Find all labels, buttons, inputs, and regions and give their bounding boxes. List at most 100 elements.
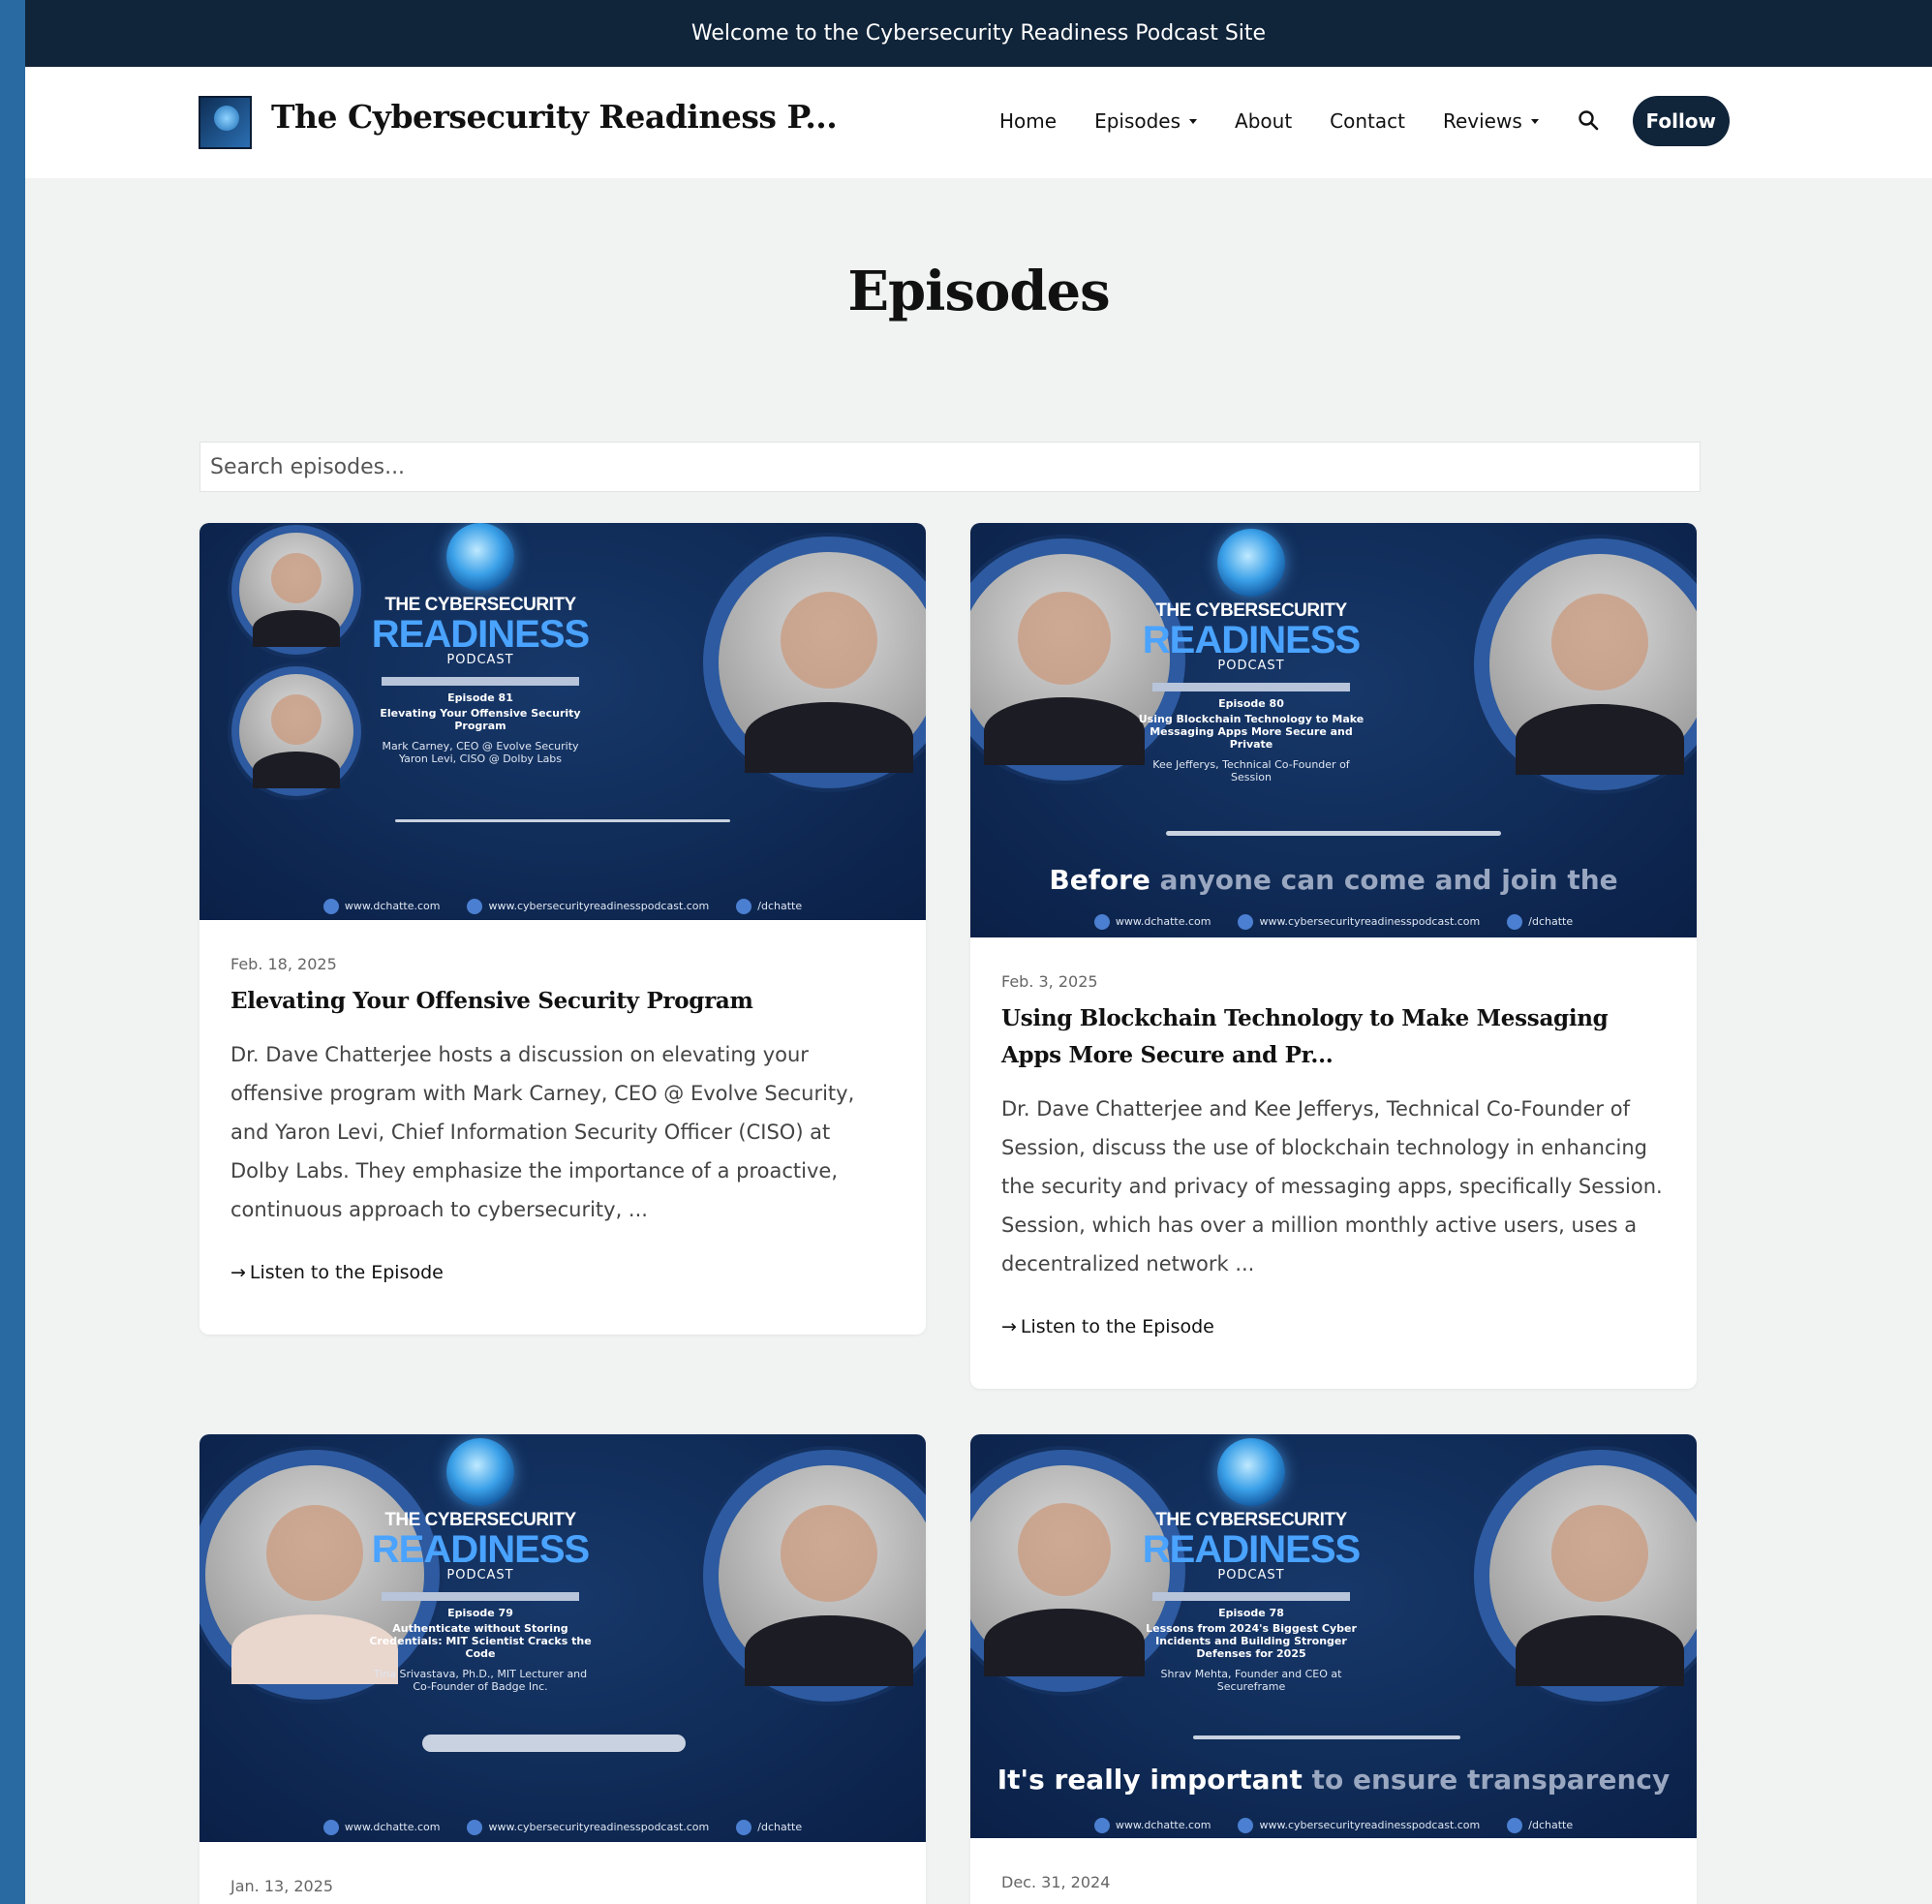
episode-card: THE CYBERSECURITY READINESS PODCAST Epis… xyxy=(199,1434,926,1904)
episode-title[interactable]: Using Blockchain Technology to Make Mess… xyxy=(1001,1000,1666,1074)
nav-episodes[interactable]: Episodes xyxy=(1094,109,1198,133)
thumb-links: www.dchatte.com www.cybersecurityreadine… xyxy=(970,914,1697,930)
globe-logo xyxy=(446,523,514,591)
link-linkedin: /dchatte xyxy=(1507,914,1573,930)
podcast-brand: THE CYBERSECURITY READINESS PODCAST Epis… xyxy=(1135,529,1367,783)
audio-waveform xyxy=(422,1735,686,1752)
host-photo xyxy=(703,1450,926,1702)
arrow-right-icon: → xyxy=(230,1262,246,1283)
thumb-episode-title: Elevating Your Offensive Security Progra… xyxy=(380,707,581,732)
thumb-episode-title: Authenticate without Storing Credentials… xyxy=(369,1622,592,1660)
thumb-episode-number: Episode 78 xyxy=(1218,1607,1284,1619)
page-title: Episodes xyxy=(847,260,1110,323)
episode-thumbnail[interactable]: THE CYBERSECURITY READINESS PODCAST Epis… xyxy=(199,523,926,920)
podcast-brand: THE CYBERSECURITY READINESS PODCAST Epis… xyxy=(364,1438,597,1693)
globe-logo xyxy=(1217,1438,1285,1506)
main-nav: Home Episodes About Contact Reviews Foll… xyxy=(999,96,1730,146)
thumb-guests: Tina Srivastava, Ph.D., MIT Lecturer and… xyxy=(373,1668,588,1693)
episode-card: THE CYBERSECURITY READINESS PODCAST Epis… xyxy=(199,523,926,1335)
thumb-guests: Shrav Mehta, Founder and CEO at Securefr… xyxy=(1160,1668,1342,1693)
site-title[interactable]: The Cybersecurity Readiness P... xyxy=(271,98,838,136)
brand-bar xyxy=(1152,1592,1350,1601)
thumb-episode-title: Using Blockchain Technology to Make Mess… xyxy=(1138,713,1365,751)
card-body: Feb. 18, 2025 Elevating Your Offensive S… xyxy=(199,955,926,1283)
nav-home-label: Home xyxy=(999,109,1058,133)
thumb-episode-number: Episode 81 xyxy=(447,691,513,704)
listen-link[interactable]: → Listen to the Episode xyxy=(230,1262,895,1283)
episode-excerpt: Dr. Dave Chatterjee hosts a discussion o… xyxy=(230,1043,855,1221)
podcast-brand: THE CYBERSECURITY READINESS PODCAST Epis… xyxy=(364,523,597,765)
nav-reviews-label: Reviews xyxy=(1442,109,1522,133)
episode-thumbnail[interactable]: THE CYBERSECURITY READINESS PODCAST Epis… xyxy=(199,1434,926,1842)
brand-bar xyxy=(382,677,579,686)
episode-card: THE CYBERSECURITY READINESS PODCAST Epis… xyxy=(970,523,1697,1389)
nav-contact[interactable]: Contact xyxy=(1330,109,1405,133)
nav-home[interactable]: Home xyxy=(999,109,1057,133)
link-linkedin: /dchatte xyxy=(736,899,802,914)
card-body: Dec. 31, 2024 xyxy=(970,1873,1697,1891)
thumb-episode-number: Episode 79 xyxy=(447,1607,513,1619)
episode-title[interactable]: Elevating Your Offensive Security Progra… xyxy=(230,983,895,1020)
thumb-quote: Before anyone can come and join the xyxy=(970,864,1697,896)
listen-link[interactable]: → Listen to the Episode xyxy=(1001,1316,1666,1337)
quote-dim: to ensure transparency xyxy=(1311,1764,1671,1796)
episode-thumbnail[interactable]: THE CYBERSECURITY READINESS PODCAST Epis… xyxy=(970,1434,1697,1838)
guest-photo xyxy=(231,525,361,655)
thumb-links: www.dchatte.com www.cybersecurityreadine… xyxy=(970,1818,1697,1833)
guest-photo xyxy=(231,666,361,796)
brand-line2: READINESS xyxy=(371,613,590,656)
episode-date: Feb. 3, 2025 xyxy=(1001,972,1098,991)
globe-logo xyxy=(1217,529,1285,597)
link-website: www.dchatte.com xyxy=(323,899,441,914)
nav-about[interactable]: About xyxy=(1235,109,1292,133)
listen-label: Listen to the Episode xyxy=(249,1262,444,1283)
host-photo xyxy=(703,537,926,788)
link-website: www.dchatte.com xyxy=(1094,914,1211,930)
card-body: Feb. 3, 2025 Using Blockchain Technology… xyxy=(970,972,1697,1337)
quote-dim: anyone can come and join the xyxy=(1159,864,1618,896)
site-logo[interactable] xyxy=(199,96,252,149)
search-episodes-input[interactable] xyxy=(199,442,1701,492)
audio-waveform xyxy=(1193,1735,1460,1739)
link-podcast-site: www.cybersecurityreadinesspodcast.com xyxy=(467,1820,709,1835)
search-icon[interactable] xyxy=(1577,108,1602,134)
brand-line2: READINESS xyxy=(1142,619,1361,661)
follow-button[interactable]: Follow xyxy=(1632,96,1730,146)
nav-episodes-label: Episodes xyxy=(1094,109,1181,133)
thumb-guests: Mark Carney, CEO @ Evolve Security Yaron… xyxy=(382,740,579,765)
podcast-brand: THE CYBERSECURITY READINESS PODCAST Epis… xyxy=(1135,1438,1367,1693)
brand-line2: READINESS xyxy=(371,1528,590,1571)
nav-reviews[interactable]: Reviews xyxy=(1443,109,1539,133)
episode-date: Dec. 31, 2024 xyxy=(1001,1873,1111,1891)
episode-date: Jan. 13, 2025 xyxy=(230,1877,334,1895)
arrow-right-icon: → xyxy=(1001,1316,1017,1337)
page-frame: Welcome to the Cybersecurity Readiness P… xyxy=(25,0,1932,1904)
thumb-episode-number: Episode 80 xyxy=(1218,697,1284,710)
episode-card: THE CYBERSECURITY READINESS PODCAST Epis… xyxy=(970,1434,1697,1904)
thumb-links: www.dchatte.com www.cybersecurityreadine… xyxy=(199,899,926,914)
episode-excerpt: Dr. Dave Chatterjee and Kee Jefferys, Te… xyxy=(1001,1097,1663,1275)
thumb-guests: Kee Jefferys, Technical Co-Founder of Se… xyxy=(1152,758,1350,783)
nav-contact-label: Contact xyxy=(1330,109,1405,133)
brand-bar xyxy=(1152,683,1350,691)
site-header: The Cybersecurity Readiness P... Home Ep… xyxy=(25,67,1932,178)
brand-bar xyxy=(382,1592,579,1601)
chevron-down-icon xyxy=(1189,118,1198,124)
globe-logo xyxy=(446,1438,514,1506)
announcement-bar: Welcome to the Cybersecurity Readiness P… xyxy=(25,0,1932,67)
link-website: www.dchatte.com xyxy=(323,1820,441,1835)
host-photo xyxy=(1474,538,1697,790)
thumb-episode-title: Lessons from 2024's Biggest Cyber Incide… xyxy=(1146,1622,1357,1660)
announcement-text: Welcome to the Cybersecurity Readiness P… xyxy=(690,21,1267,46)
thumb-links: www.dchatte.com www.cybersecurityreadine… xyxy=(199,1820,926,1835)
listen-label: Listen to the Episode xyxy=(1020,1316,1214,1337)
brand-line2: READINESS xyxy=(1142,1528,1361,1571)
chevron-down-icon xyxy=(1530,118,1539,124)
card-body: Jan. 13, 2025 xyxy=(199,1877,926,1895)
quote-bright: Before xyxy=(1049,864,1150,896)
thumb-quote: It's really important to ensure transpar… xyxy=(970,1764,1697,1796)
episode-thumbnail[interactable]: THE CYBERSECURITY READINESS PODCAST Epis… xyxy=(970,523,1697,937)
episode-date: Feb. 18, 2025 xyxy=(230,955,337,973)
nav-about-label: About xyxy=(1235,109,1293,133)
link-linkedin: /dchatte xyxy=(736,1820,802,1835)
